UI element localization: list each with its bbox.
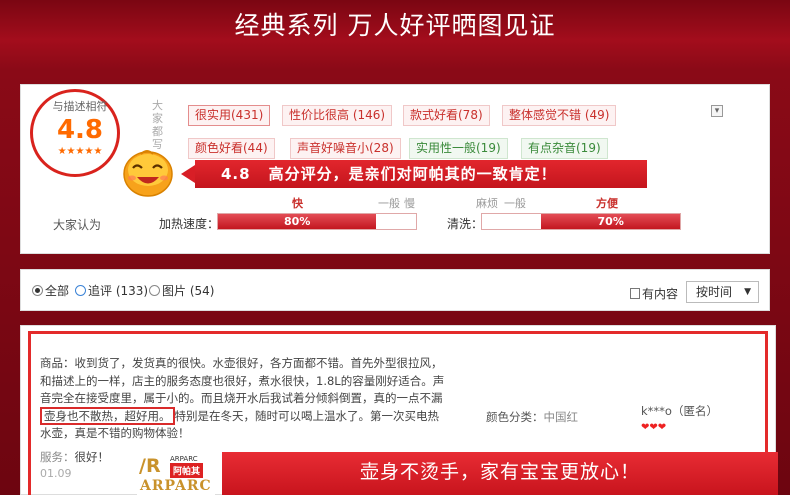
filter-followup-label: 追评 (133) [88,284,149,298]
review-filter-bar: 全部 追评 (133) 图片 (54) 有内容 按时间 ▼ [20,269,770,311]
promo-banner: 壶身不烫手，家有宝宝更放心！ [222,452,778,495]
radio-icon [149,285,160,296]
logo-english-name: ARPARC [140,478,212,494]
review-text-part-1: 商品：收到货了，发货真的很快。水壶很好，各方面都不错。首先外型很拉风，和描述上的… [40,356,445,406]
service-reply: 服务：很好！ [40,449,109,465]
filter-all[interactable]: 全部 [32,283,69,299]
people-think-label: 大家认为 [53,218,102,232]
filter-followup[interactable]: 追评 (133) [75,283,148,299]
heating-fast-label: 快 [292,197,303,210]
cleaning-fill: 70% [541,214,680,229]
tag-overall-good[interactable]: 整体感觉不错 (49) [502,105,617,126]
cleaning-bar: 70% [481,213,681,230]
service-reply-label: 服务： [40,450,75,464]
tag-very-practical[interactable]: 很实用(431) [188,105,271,126]
filter-images-label: 图片 (54) [162,284,215,298]
color-category: 颜色分类：中国红 [486,409,578,425]
logo-small-text: ARPARC [170,455,198,463]
reviewer-name: k***o（匿名） [641,404,718,418]
filter-images[interactable]: 图片 (54) [149,283,214,299]
heating-mid-label: 一般 [378,197,400,210]
brand-logo: /R ARPARC 阿帕其 ARPARC [137,452,215,495]
review-highlight: 壶身也不散热，超好用。 [40,406,175,425]
star-icon: ★★★★★ [57,146,103,157]
sort-dropdown[interactable]: 按时间 ▼ [686,281,759,303]
rating-score: 4.8 [56,115,104,145]
heating-speed-label: 加热速度： [159,217,220,231]
cleaning-label: 清洗： [447,217,484,231]
sort-value: 按时间 [696,285,733,299]
rating-label: 与描述相符 [52,100,108,113]
filter-all-label: 全部 [45,284,70,298]
banner-pointer [181,165,195,183]
heating-speed-bar: 80% [217,213,417,230]
review-text: 商品：收到货了，发货真的很快。水壶很好，各方面都不错。首先外型很拉风，和描述上的… [40,355,450,443]
tag-some-noise[interactable]: 有点杂音(19) [521,138,608,159]
cleaning-easy-label: 方便 [596,197,618,210]
checkbox-icon [630,288,640,299]
logo-mark: /R [139,455,161,477]
heating-slow-label: 慢 [404,197,415,210]
rating-summary: 与描述相符 4.8 ★★★★★ [48,98,112,158]
page-title: 经典系列 万人好评晒图见证 [234,11,556,40]
tags-heading: 大家都写 [152,99,163,151]
heating-speed-fill: 80% [218,214,377,229]
color-category-value: 中国红 [543,410,579,424]
color-category-label: 颜色分类： [486,410,544,424]
tag-good-value[interactable]: 性价比很高 (146) [282,105,393,126]
chevron-down-icon: ▼ [744,287,751,297]
review-date: 01.09 [40,467,72,480]
tag-nice-color[interactable]: 颜色好看(44) [188,138,275,159]
tag-quiet[interactable]: 声音好噪音小(28) [290,138,401,159]
radio-checked-icon [32,285,43,296]
banner-text: 高分评分，是亲们对阿帕其的一致肯定！ [268,165,557,183]
has-content-label: 有内容 [642,287,679,301]
cleaning-mid-label: 一般 [504,197,526,210]
score-banner: 4.8 高分评分，是亲们对阿帕其的一致肯定！ [195,160,647,188]
logo-chinese-name: 阿帕其 [170,463,204,478]
chevron-down-icon[interactable]: ▾ [711,105,723,117]
tag-good-looking[interactable]: 款式好看(78) [403,105,490,126]
has-content-checkbox[interactable]: 有内容 [630,285,678,302]
cleaning-hard-label: 麻烦 [476,197,498,210]
service-reply-value: 很好！ [74,450,110,464]
tag-average-practicality[interactable]: 实用性一般(19) [409,138,508,159]
banner-score: 4.8 [221,165,251,183]
heart-icon: ❤❤❤ [641,422,667,433]
smiling-face-icon [123,150,173,197]
radio-icon [75,285,86,296]
rating-panel: 与描述相符 4.8 ★★★★★ 大家都写 很实用(431) 性价比很高 (146… [20,84,770,254]
